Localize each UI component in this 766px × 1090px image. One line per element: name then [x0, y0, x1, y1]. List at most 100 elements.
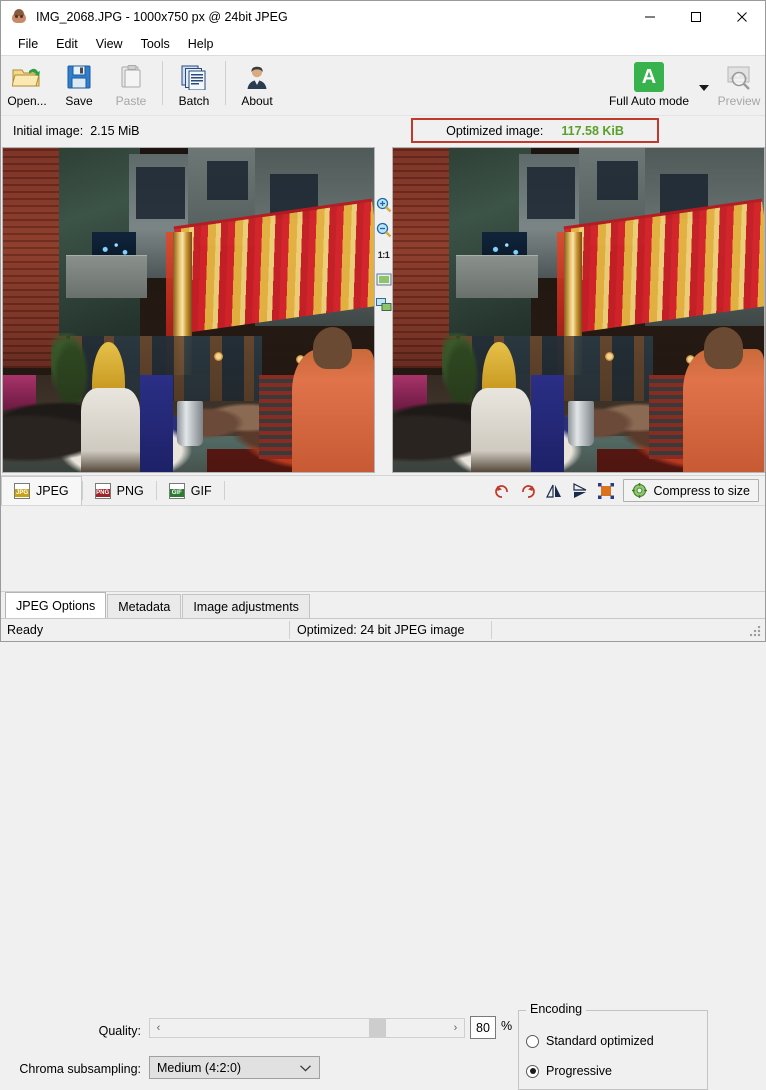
options-tab-bar: JPEG Options Metadata Image adjustments: [1, 591, 765, 618]
toolbar-separator: [162, 61, 163, 105]
paste-button[interactable]: Paste: [105, 56, 157, 113]
optimized-image-pane[interactable]: [392, 147, 765, 473]
quality-slider-thumb[interactable]: [368, 1019, 386, 1037]
menu-item-view[interactable]: View: [87, 35, 132, 53]
compress-to-size-label: Compress to size: [653, 483, 750, 498]
initial-image-value: 2.15 MiB: [90, 123, 140, 138]
encoding-legend: Encoding: [526, 1002, 587, 1016]
batch-button[interactable]: Batch: [168, 56, 220, 113]
radio-progressive-label: Progressive: [546, 1064, 612, 1078]
chroma-subsampling-label: Chroma subsampling:: [19, 1062, 141, 1076]
close-icon: [737, 12, 747, 22]
tab-image-adjustments[interactable]: Image adjustments: [182, 594, 310, 618]
image-transform-tools: Compress to size: [493, 476, 765, 505]
optimized-image-value: 117.58 KiB: [561, 123, 624, 138]
chroma-subsampling-select[interactable]: Medium (4:2:0): [149, 1056, 320, 1079]
jpg-file-icon: JPG: [14, 483, 30, 499]
batch-button-label: Batch: [178, 94, 210, 108]
magnifier-image-icon: [724, 60, 754, 93]
side-by-side-view-icon[interactable]: [375, 297, 392, 313]
status-divider-1: [289, 621, 290, 639]
menu-item-help[interactable]: Help: [179, 35, 223, 53]
quality-slider-right-arrow[interactable]: ›: [447, 1019, 464, 1037]
original-photo: [3, 148, 374, 472]
jpg-file-icon-tag: JPG: [15, 489, 29, 497]
compress-to-size-button[interactable]: Compress to size: [623, 479, 759, 502]
format-tab-bar: JPG JPEG PNG PNG GIF GIF Compress to siz…: [1, 475, 765, 505]
status-bar: Ready Optimized: 24 bit JPEG image: [1, 618, 765, 641]
full-auto-mode-button[interactable]: A Full Auto mode: [603, 56, 695, 113]
window-controls: [627, 1, 765, 33]
rotate-left-icon[interactable]: [493, 482, 511, 500]
title-bar: IMG_2068.JPG - 1000x750 px @ 24bit JPEG: [1, 1, 765, 33]
maximize-button[interactable]: [673, 1, 719, 33]
menu-item-tools[interactable]: Tools: [132, 35, 179, 53]
main-toolbar: Open... Save Paste Batch About A Full Au…: [1, 55, 765, 115]
open-button-label: Open...: [7, 94, 47, 108]
about-button[interactable]: About: [231, 56, 283, 113]
tab-gif[interactable]: GIF GIF: [157, 476, 224, 505]
quality-slider-track[interactable]: [167, 1019, 447, 1037]
close-button[interactable]: [719, 1, 765, 33]
quality-slider-left-arrow[interactable]: ‹: [150, 1019, 167, 1037]
tab-png[interactable]: PNG PNG: [83, 476, 156, 505]
initial-image-label: Initial image:: [13, 123, 84, 138]
menu-item-file[interactable]: File: [9, 35, 47, 53]
original-image-pane[interactable]: [2, 147, 375, 473]
person-icon: [245, 60, 269, 93]
viewer-tools-strip: 1:1: [375, 145, 393, 475]
radio-standard-optimized[interactable]: Standard optimized: [526, 1034, 654, 1048]
tab-gif-label: GIF: [190, 483, 212, 498]
radio-standard-optimized-label: Standard optimized: [546, 1034, 654, 1048]
toolbar-separator-2: [225, 61, 226, 105]
about-button-label: About: [241, 94, 273, 108]
paste-button-label: Paste: [115, 94, 147, 108]
mode-dropdown-button[interactable]: [695, 56, 713, 113]
preview-button-label: Preview: [717, 94, 761, 108]
tab-jpeg-options[interactable]: JPEG Options: [5, 592, 107, 618]
menu-item-edit[interactable]: Edit: [47, 35, 87, 53]
open-button[interactable]: Open...: [1, 56, 53, 113]
quality-slider[interactable]: ‹ ›: [149, 1018, 465, 1038]
tab-metadata[interactable]: Metadata: [107, 594, 182, 618]
tab-jpeg[interactable]: JPG JPEG: [1, 476, 82, 505]
status-divider-2: [491, 621, 492, 639]
flip-vertical-icon[interactable]: [571, 482, 589, 500]
save-button-label: Save: [65, 94, 93, 108]
zoom-in-icon[interactable]: [376, 197, 392, 213]
radio-standard-optimized-indicator: [526, 1034, 539, 1048]
chevron-down-icon: [300, 1061, 311, 1075]
minimize-button[interactable]: [627, 1, 673, 33]
image-info-bar: Initial image: 2.15 MiB Optimized image:…: [1, 115, 765, 145]
clipboard-icon: [119, 60, 143, 93]
app-icon: [10, 8, 28, 26]
application-window: IMG_2068.JPG - 1000x750 px @ 24bit JPEG …: [0, 0, 766, 1090]
status-left-text: Ready: [7, 623, 44, 637]
save-button[interactable]: Save: [53, 56, 105, 113]
quality-value-field[interactable]: 80: [470, 1016, 496, 1039]
fit-to-window-icon[interactable]: [376, 272, 392, 288]
png-file-icon-tag: PNG: [95, 488, 110, 497]
status-right-text: Optimized: 24 bit JPEG image: [297, 623, 465, 637]
actual-size-button[interactable]: 1:1: [376, 247, 392, 263]
resize-grip-icon[interactable]: [750, 626, 762, 638]
radio-progressive[interactable]: Progressive: [526, 1064, 612, 1078]
preview-button[interactable]: Preview: [713, 56, 765, 113]
tab-png-label: PNG: [116, 483, 144, 498]
chroma-subsampling-value: Medium (4:2:0): [157, 1060, 242, 1075]
actual-size-label: 1:1: [377, 250, 390, 260]
auto-mode-icon: A: [633, 60, 664, 93]
rotate-right-icon[interactable]: [519, 482, 537, 500]
mode-group: A Full Auto mode Preview: [603, 56, 765, 113]
optimized-photo: [393, 148, 764, 472]
optimized-image-label: Optimized image:: [446, 123, 544, 138]
zoom-out-icon[interactable]: [376, 222, 392, 238]
quality-label: Quality:: [98, 1024, 141, 1038]
flip-horizontal-icon[interactable]: [545, 482, 563, 500]
format-tab-separator-3: [223, 481, 225, 500]
resize-icon[interactable]: [597, 482, 615, 500]
floppy-disk-icon: [66, 60, 92, 93]
png-file-icon: PNG: [94, 482, 111, 499]
tab-jpeg-label: JPEG: [36, 484, 69, 498]
quality-percent-symbol: %: [501, 1019, 513, 1033]
